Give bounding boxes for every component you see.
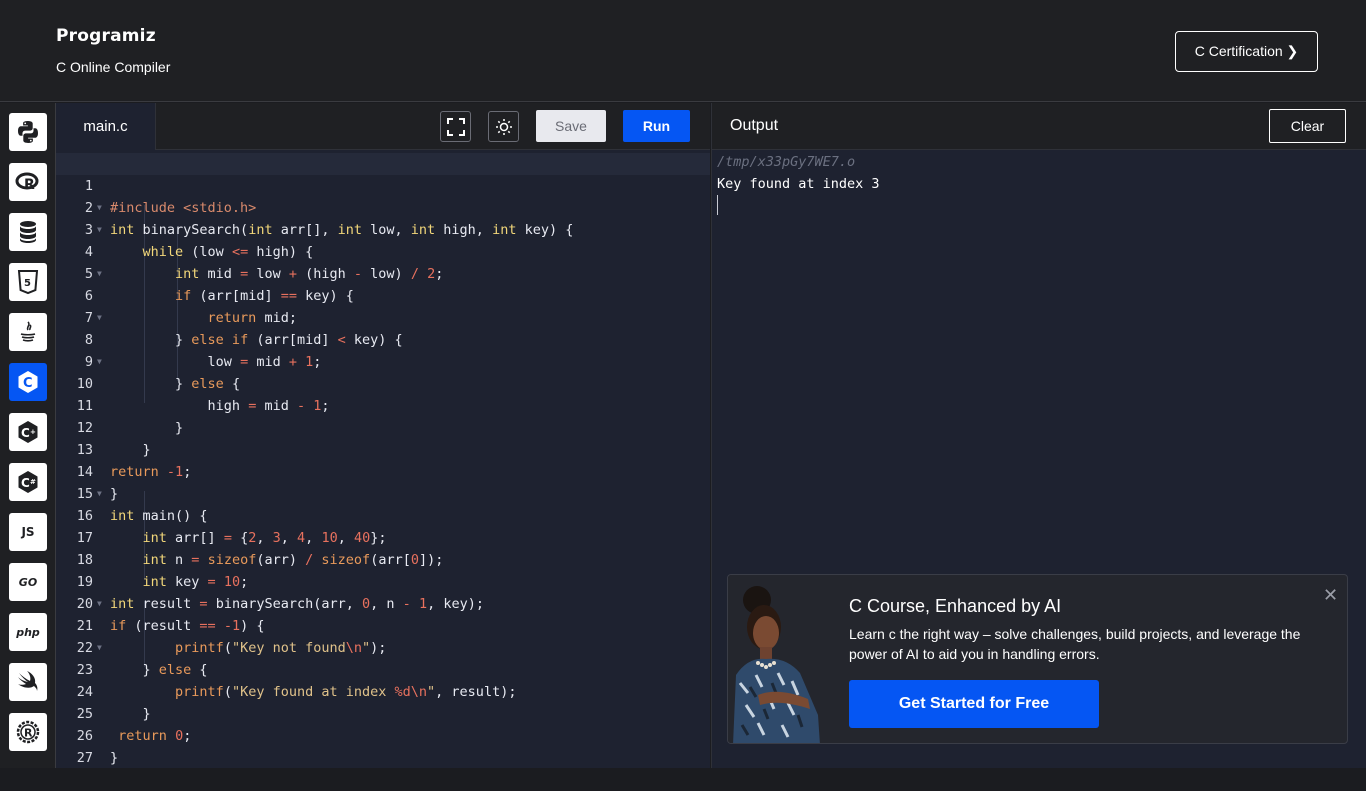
code-line: 12 } xyxy=(76,420,151,458)
code-line: 1 #include <stdio.h> xyxy=(56,153,710,216)
code-line: 11 } xyxy=(76,398,184,436)
cpp-icon[interactable]: C + xyxy=(9,413,47,451)
code-area[interactable]: 1 #include <stdio.h> 2 ▼ int binarySearch… xyxy=(56,150,710,768)
run-button[interactable]: Run xyxy=(623,110,690,142)
c-certification-button[interactable]: C Certification ❯ xyxy=(1175,31,1318,72)
code-line: 14 } xyxy=(76,464,119,502)
code-line: 18 int key = 10; xyxy=(76,552,249,590)
file-tab-main-c[interactable]: main.c xyxy=(56,103,156,150)
code-line: 15 ▼ int main() { xyxy=(56,461,710,524)
language-sidebar: R 5 C C + C # JS GO php R xyxy=(0,103,56,768)
code-line: 4 int mid = low + (high - low) / 2; xyxy=(84,244,444,282)
close-icon[interactable]: ✕ xyxy=(1323,585,1338,606)
code-line: 23 printf("Key found at index %d\n", res… xyxy=(76,662,517,700)
instructor-photo xyxy=(728,575,828,743)
get-started-button[interactable]: Get Started for Free xyxy=(849,680,1099,728)
theme-toggle-sun-icon[interactable] xyxy=(488,111,519,142)
header: Programiz C Online Compiler C Certificat… xyxy=(0,0,1366,102)
svg-text:C: C xyxy=(21,476,30,490)
output-result-text: Key found at index 3 xyxy=(717,176,880,192)
promo-description: Learn c the right way – solve challenges… xyxy=(849,626,1301,662)
code-line: 27 xyxy=(76,750,93,766)
code-editor-panel: main.c Save Run 1 #include <stdio.h> 2 ▼ … xyxy=(56,103,710,768)
svg-text:C: C xyxy=(21,426,30,440)
svg-text:+: + xyxy=(30,428,36,436)
code-line: 16 int arr[] = {2, 3, 4, 10, 40}; xyxy=(76,508,387,546)
swift-icon[interactable] xyxy=(9,663,47,701)
code-line: 13 return -1; xyxy=(76,442,192,480)
code-line: 2 ▼ int binarySearch(int arr[], int low, … xyxy=(56,175,710,238)
promo-title: C Course, Enhanced by AI xyxy=(849,596,1062,616)
svg-text:#: # xyxy=(30,478,36,486)
fullscreen-icon[interactable] xyxy=(440,111,471,142)
ai-course-promo-banner: C Course, Enhanced by AI Learn c the rig… xyxy=(727,574,1348,744)
output-toolbar: Output Clear xyxy=(712,103,1366,150)
sql-database-icon[interactable] xyxy=(9,213,47,251)
code-line: 10 high = mid - 1; xyxy=(76,376,330,414)
java-icon[interactable] xyxy=(9,313,47,351)
code-line: 17 int n = sizeof(arr) / sizeof(arr[0]); xyxy=(76,530,444,568)
code-line: 9 ▼ } else { xyxy=(56,329,710,392)
code-line: 8 low = mid + 1; xyxy=(84,332,322,370)
output-title: Output xyxy=(730,117,779,134)
code-line: 22 ▼ } else { xyxy=(56,615,710,678)
code-line: 5 ▼ if (arr[mid] == key) { xyxy=(56,241,710,304)
code-line: 21 printf("Key not found\n"); xyxy=(76,618,387,656)
code-line: 26 } xyxy=(76,728,119,766)
programiz-logo[interactable]: Programiz xyxy=(56,26,156,46)
svg-text:5: 5 xyxy=(24,278,31,289)
r-icon[interactable]: R xyxy=(9,163,47,201)
php-icon[interactable]: php xyxy=(9,613,47,651)
svg-text:R: R xyxy=(24,177,35,193)
python-icon[interactable] xyxy=(9,113,47,151)
output-file-path: /tmp/x33pGy7WE7.o xyxy=(717,154,856,170)
code-line: 24 } xyxy=(76,684,151,722)
save-button[interactable]: Save xyxy=(536,110,606,142)
c-language-icon[interactable]: C xyxy=(9,363,47,401)
csharp-icon[interactable]: C # xyxy=(9,463,47,501)
code-line: 6 return mid; xyxy=(84,288,297,326)
output-input-cursor[interactable] xyxy=(717,195,718,215)
page-subtitle: C Online Compiler xyxy=(56,59,171,75)
rust-icon[interactable]: R xyxy=(9,713,47,751)
code-line: 20 ▼ if (result == -1) { xyxy=(56,571,710,634)
svg-text:R: R xyxy=(24,727,33,740)
code-line: 25 return 0; xyxy=(76,706,192,744)
code-line: 7 ▼ } else if (arr[mid] < key) { xyxy=(56,285,710,348)
code-line: 3 ▼ while (low <= high) { xyxy=(56,197,710,260)
svg-text:C: C xyxy=(23,376,33,391)
html5-icon[interactable]: 5 xyxy=(9,263,47,301)
javascript-icon[interactable]: JS xyxy=(9,513,47,551)
editor-toolbar: main.c Save Run xyxy=(56,103,710,150)
clear-button[interactable]: Clear xyxy=(1269,109,1346,143)
go-icon[interactable]: GO xyxy=(9,563,47,601)
code-line: 19 int result = binarySearch(arr, 0, n -… xyxy=(76,574,484,612)
